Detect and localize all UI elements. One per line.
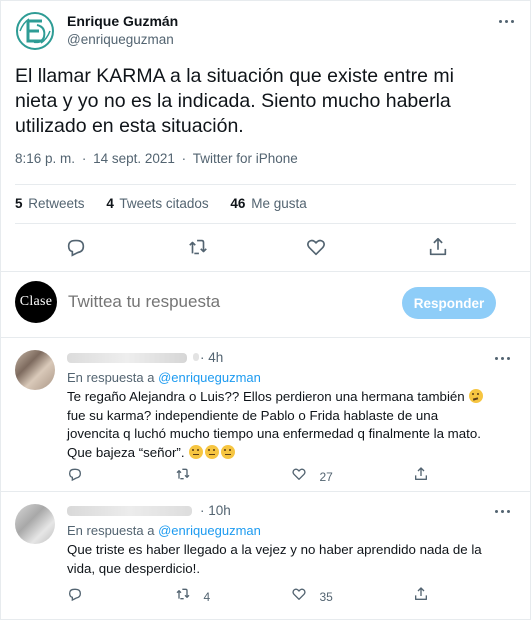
tweet-header: Enrique Guzmán @enriqueguzman bbox=[15, 11, 516, 51]
reply-time[interactable]: · 4h bbox=[200, 350, 223, 365]
avatar[interactable] bbox=[15, 504, 55, 544]
likes-stat[interactable]: 46 Me gusta bbox=[230, 196, 306, 211]
like-count: 35 bbox=[319, 590, 333, 604]
reply-composer: Clase Responder bbox=[1, 277, 530, 331]
divider bbox=[1, 271, 530, 272]
reply-icon[interactable] bbox=[67, 586, 83, 602]
mention-link[interactable]: @enriqueguzman bbox=[158, 523, 261, 538]
reply-tweet[interactable]: · 10h En respuesta a @enriqueguzman Que … bbox=[1, 492, 530, 620]
more-options-icon[interactable] bbox=[494, 507, 512, 517]
tweet-detail-panel: Enrique Guzmán @enriqueguzman El llamar … bbox=[0, 0, 531, 620]
in-reply-to: En respuesta a @enriqueguzman bbox=[67, 370, 261, 385]
reply-icon[interactable] bbox=[65, 236, 87, 258]
meta-separator: · bbox=[81, 151, 87, 166]
tweet-source[interactable]: Twitter for iPhone bbox=[193, 151, 298, 166]
eye-roll-face-icon bbox=[205, 444, 220, 459]
divider bbox=[15, 184, 516, 185]
quotes-stat[interactable]: 4 Tweets citados bbox=[106, 196, 208, 211]
in-reply-to: En respuesta a @enriqueguzman bbox=[67, 523, 261, 538]
retweet-icon[interactable] bbox=[187, 236, 209, 258]
tweet-text: El llamar KARMA a la situación que exist… bbox=[15, 65, 454, 137]
eye-roll-face-icon bbox=[221, 444, 236, 459]
redacted-handle bbox=[193, 353, 199, 361]
retweet-icon[interactable] bbox=[175, 466, 191, 482]
retweets-stat[interactable]: 5 Retweets bbox=[15, 196, 85, 211]
redacted-username bbox=[67, 506, 192, 516]
reply-time[interactable]: · 10h bbox=[200, 503, 231, 518]
tweet-stats: 5 Retweets 4 Tweets citados 46 Me gusta bbox=[15, 196, 325, 211]
reply-tweet[interactable]: · 4h En respuesta a @enriqueguzman Te re… bbox=[1, 338, 530, 490]
meta-separator: · bbox=[181, 151, 187, 166]
divider bbox=[15, 223, 516, 224]
redacted-username bbox=[67, 353, 187, 363]
more-options-icon[interactable] bbox=[498, 17, 516, 27]
reply-icon[interactable] bbox=[67, 466, 83, 482]
avatar[interactable] bbox=[15, 350, 55, 390]
share-icon[interactable] bbox=[427, 236, 449, 258]
tweet-actions bbox=[15, 236, 516, 258]
share-icon[interactable] bbox=[413, 586, 429, 602]
mention-link[interactable]: @enriqueguzman bbox=[158, 370, 261, 385]
like-icon[interactable] bbox=[305, 236, 327, 258]
like-icon[interactable]: 35 bbox=[291, 586, 333, 604]
user-avatar[interactable]: Clase bbox=[15, 281, 57, 323]
more-options-icon[interactable] bbox=[494, 354, 512, 364]
reply-text: Te regaño Alejandra o Luis?? Ellos perdi… bbox=[67, 388, 487, 462]
tweet-date[interactable]: 14 sept. 2021 bbox=[93, 151, 175, 166]
author-name[interactable]: Enrique Guzmán bbox=[67, 13, 178, 29]
author-logo-icon[interactable] bbox=[15, 11, 55, 51]
tweet-meta: 8:16 p. m. · 14 sept. 2021 · Twitter for… bbox=[15, 151, 301, 166]
retweet-icon[interactable]: 4 bbox=[175, 586, 211, 604]
reply-button[interactable]: Responder bbox=[402, 287, 496, 319]
share-icon[interactable] bbox=[413, 466, 429, 482]
reply-input[interactable] bbox=[68, 292, 368, 312]
reply-text: Que triste es haber llegado a la vejez y… bbox=[67, 542, 482, 576]
thinking-face-icon bbox=[469, 389, 484, 403]
author-handle[interactable]: @enriqueguzman bbox=[67, 32, 174, 47]
like-count: 27 bbox=[319, 470, 333, 484]
retweet-count: 4 bbox=[203, 590, 211, 604]
like-icon[interactable]: 27 bbox=[291, 466, 333, 484]
tweet-time[interactable]: 8:16 p. m. bbox=[15, 151, 75, 166]
eye-roll-face-icon bbox=[189, 444, 204, 459]
